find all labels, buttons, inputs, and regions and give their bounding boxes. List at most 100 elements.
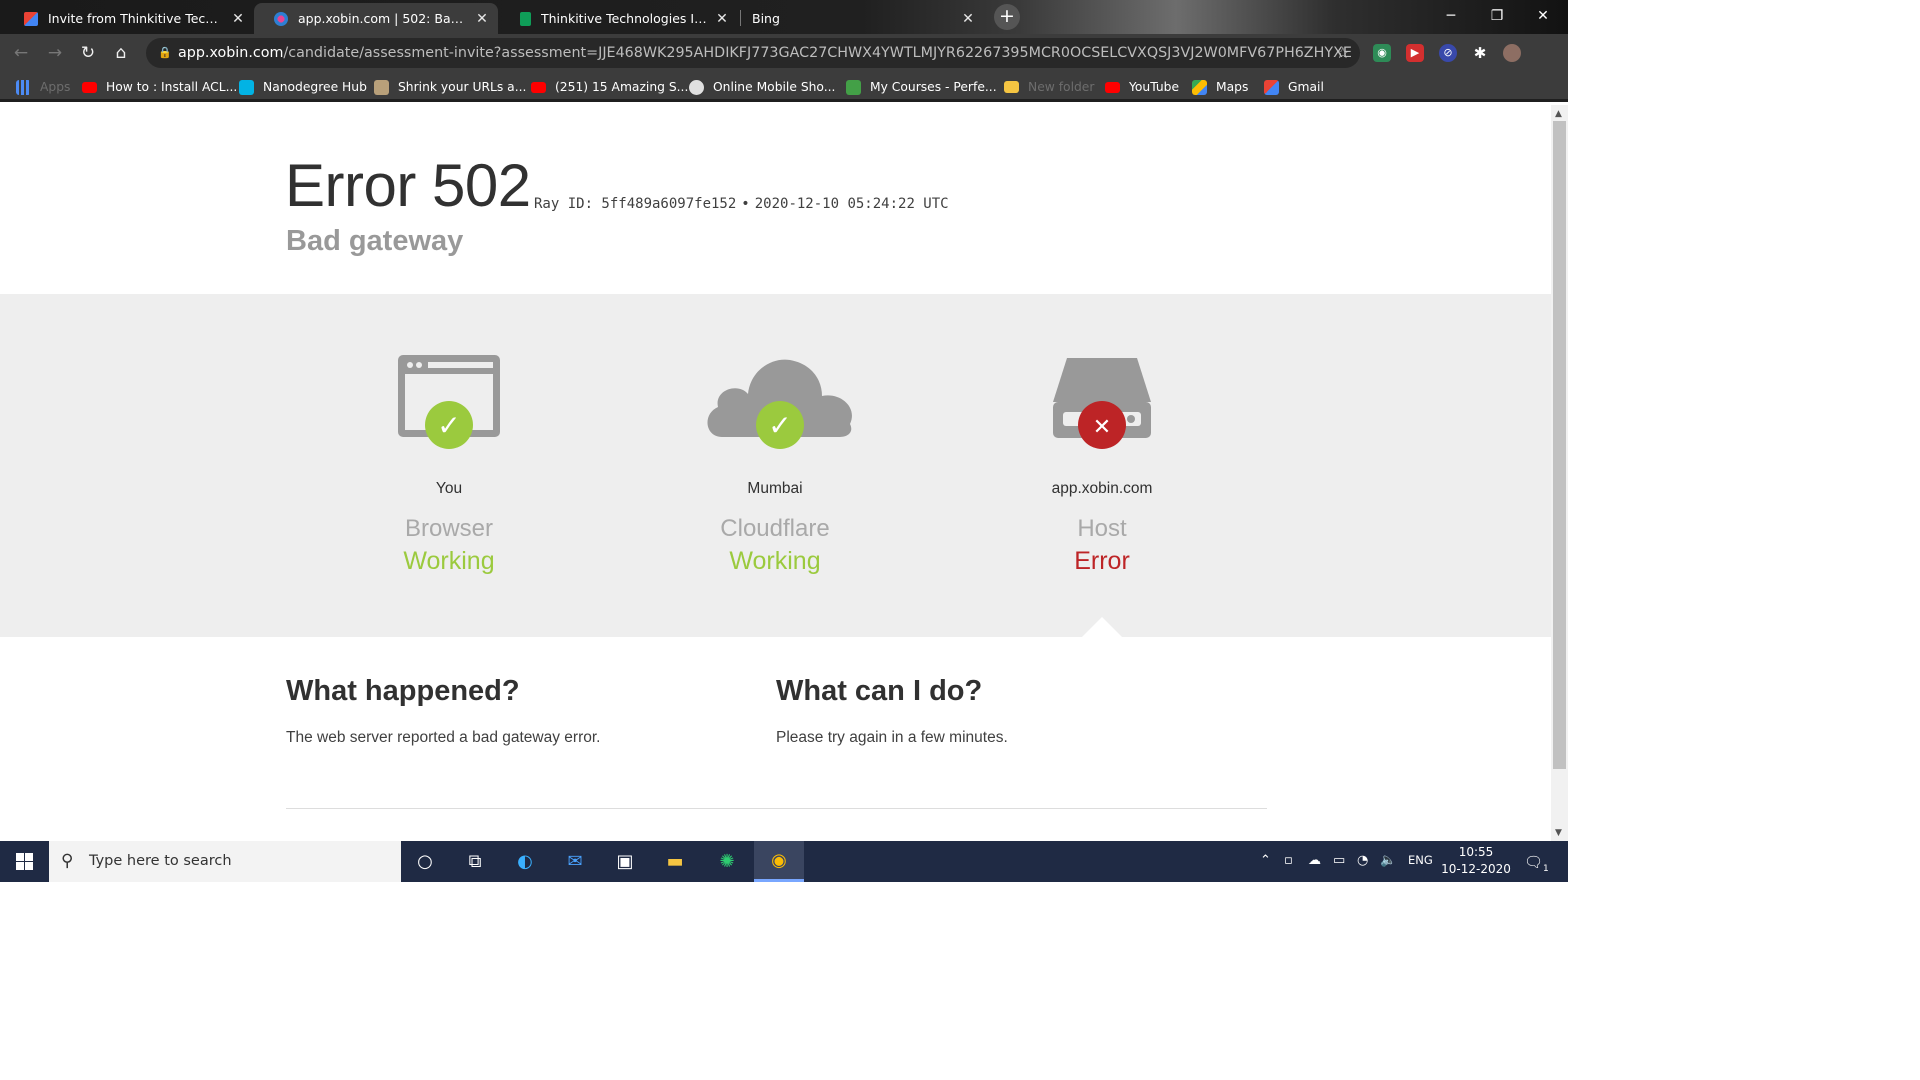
lock-icon: 🔒 — [158, 46, 172, 59]
status-node-host: ✕ app.xobin.com Host Error — [952, 294, 1252, 637]
notifications-icon[interactable]: 🗨1 — [1524, 853, 1549, 874]
close-tab-icon[interactable]: ✕ — [960, 11, 976, 27]
bookmark-label: Gmail — [1288, 80, 1324, 94]
bookmark-youtube[interactable]: YouTube — [1105, 78, 1179, 96]
bookmark-maps[interactable]: Maps — [1192, 78, 1248, 96]
node-location: app.xobin.com — [1051, 480, 1153, 497]
tab-xobin[interactable]: app.xobin.com | 502: Bad gatewa ✕ — [254, 3, 498, 34]
error-title: Bad gateway — [286, 225, 464, 257]
cortana-icon[interactable]: ○ — [400, 841, 450, 882]
error-code: Error 502 — [285, 152, 531, 219]
bookmark-online-mobile[interactable]: Online Mobile Sho... — [689, 78, 835, 96]
cloud-icon: ✓ — [707, 359, 852, 449]
bookmark-youtube-amazing[interactable]: (251) 15 Amazing S... — [531, 78, 688, 96]
xobin-icon — [274, 11, 288, 26]
server-icon: ✕ — [1053, 358, 1151, 449]
restore-icon[interactable]: ❐ — [1474, 0, 1520, 32]
url-path: /candidate/assessment-invite?assessment=… — [283, 45, 1352, 61]
bookmark-label: New folder — [1028, 80, 1095, 94]
store-icon[interactable]: ▣ — [600, 841, 650, 882]
search-icon: ⚲ — [61, 851, 74, 871]
clock[interactable]: 10:55 10-12-2020 — [1440, 844, 1512, 878]
new-tab-button[interactable]: + — [994, 4, 1020, 30]
x-icon: ✕ — [1093, 415, 1111, 440]
node-status: Error — [1074, 547, 1130, 575]
udacity-icon — [239, 79, 254, 95]
task-view-icon[interactable]: ⧉ — [450, 841, 500, 882]
tab-title: Thinkitive Technologies Interview — [541, 11, 708, 26]
minimize-icon[interactable]: ─ — [1428, 0, 1474, 32]
gmail-icon — [24, 11, 38, 26]
bookmark-label: Nanodegree Hub — [263, 80, 367, 94]
courses-icon — [846, 79, 861, 95]
what-can-i-do-heading: What can I do? — [776, 675, 983, 707]
bookmark-apps[interactable]: Apps — [16, 78, 70, 96]
extension-red-icon[interactable]: ▶ — [1406, 44, 1424, 62]
profile-avatar[interactable] — [1503, 44, 1521, 62]
back-icon[interactable]: ← — [8, 41, 34, 65]
mail-icon[interactable]: ✉ — [550, 841, 600, 882]
address-bar[interactable]: 🔒 app.xobin.com/candidate/assessment-inv… — [146, 38, 1360, 68]
bookmark-gmail[interactable]: Gmail — [1264, 78, 1324, 96]
check-icon: ✓ — [437, 409, 460, 442]
tab-title: Invite from Thinkitive Technologi — [48, 11, 224, 26]
folder-icon — [1004, 81, 1019, 93]
error-timestamp: 2020-12-10 05:24:22 UTC — [754, 196, 949, 212]
youtube-icon — [82, 81, 97, 93]
status-diagram: ✓ You Browser Working ✓ Mumbai Cloudflar… — [0, 294, 1551, 637]
bookmark-label: Apps — [40, 80, 71, 94]
windows-start-button[interactable] — [0, 841, 48, 882]
what-happened-text: The web server reported a bad gateway er… — [286, 729, 601, 746]
extension-block-icon[interactable]: ⊘ — [1439, 44, 1457, 62]
meet-now-icon[interactable]: ▫ — [1284, 853, 1293, 868]
scroll-down-icon[interactable]: ▼ — [1555, 828, 1562, 838]
volume-icon[interactable]: 🔈 — [1380, 853, 1396, 868]
tab-thinkitive[interactable]: Thinkitive Technologies Interview ✕ — [500, 3, 738, 34]
edge-icon[interactable]: ◐ — [500, 841, 550, 882]
home-icon[interactable]: ⌂ — [108, 41, 134, 65]
show-hidden-icons[interactable]: ⌃ — [1260, 853, 1271, 868]
onedrive-icon[interactable]: ☁ — [1308, 853, 1321, 868]
close-tab-icon[interactable]: ✕ — [230, 11, 246, 27]
close-window-icon[interactable]: ✕ — [1520, 0, 1566, 32]
bookmark-my-courses[interactable]: My Courses - Perfe... — [846, 78, 997, 96]
chrome-icon[interactable]: ◉ — [754, 841, 804, 882]
what-can-i-do-text: Please try again in a few minutes. — [776, 729, 1008, 746]
tab-bing[interactable]: Bing ✕ — [740, 3, 984, 34]
node-name: Cloudflare — [720, 515, 830, 542]
extension-globe-icon[interactable]: ◉ — [1373, 44, 1391, 62]
node-location: You — [435, 480, 463, 497]
taskbar-search-input[interactable]: ⚲ Type here to search — [49, 841, 401, 882]
youtube-icon — [531, 81, 546, 93]
gmail-icon — [1264, 79, 1279, 95]
check-icon: ✓ — [768, 409, 791, 442]
forward-icon[interactable]: → — [42, 41, 68, 65]
reload-icon[interactable]: ↻ — [75, 41, 101, 65]
app-atom-icon[interactable]: ✺ — [702, 841, 752, 882]
ray-info: Ray ID: 5ff489a6097fe152 • 2020-12-10 05:2… — [534, 196, 949, 212]
battery-icon[interactable]: ▭ — [1333, 853, 1345, 868]
close-tab-icon[interactable]: ✕ — [714, 11, 730, 27]
bookmark-nanodegree[interactable]: Nanodegree Hub — [239, 78, 367, 96]
extensions-puzzle-icon[interactable]: ✱ — [1471, 44, 1489, 62]
bookmark-shrink-urls[interactable]: Shrink your URLs a... — [374, 78, 526, 96]
url-host: app.xobin.com — [178, 45, 284, 61]
tab-gmail-invite[interactable]: Invite from Thinkitive Technologi ✕ — [4, 3, 254, 34]
maps-icon — [1192, 79, 1207, 95]
vertical-scrollbar[interactable]: ▲ ▼ — [1551, 105, 1568, 841]
scrollbar-thumb[interactable] — [1553, 121, 1566, 769]
sheets-icon — [520, 11, 531, 26]
wifi-icon[interactable]: ◔ — [1357, 853, 1368, 868]
close-tab-icon[interactable]: ✕ — [474, 11, 490, 27]
page-content: Error 502 Ray ID: 5ff489a6097fe152 • 2020-… — [0, 105, 1551, 841]
bookmark-new-folder[interactable]: New folder — [1004, 78, 1094, 96]
shrink-icon — [374, 79, 389, 95]
bookmark-star-icon[interactable]: ☆ — [1336, 38, 1350, 68]
windows-taskbar: ⚲ Type here to search ○ ⧉ ◐ ✉ ▣ ▬ ✺ ◉ ⌃ … — [0, 841, 1568, 882]
bookmark-youtube-acl[interactable]: How to : Install ACL... — [82, 78, 237, 96]
tab-title: Bing — [752, 11, 780, 26]
file-explorer-icon[interactable]: ▬ — [650, 841, 700, 882]
language-indicator[interactable]: ENG — [1408, 853, 1433, 867]
bookmarks-bar: Apps How to : Install ACL... Nanodegree … — [0, 72, 1568, 102]
scroll-up-icon[interactable]: ▲ — [1555, 109, 1562, 119]
